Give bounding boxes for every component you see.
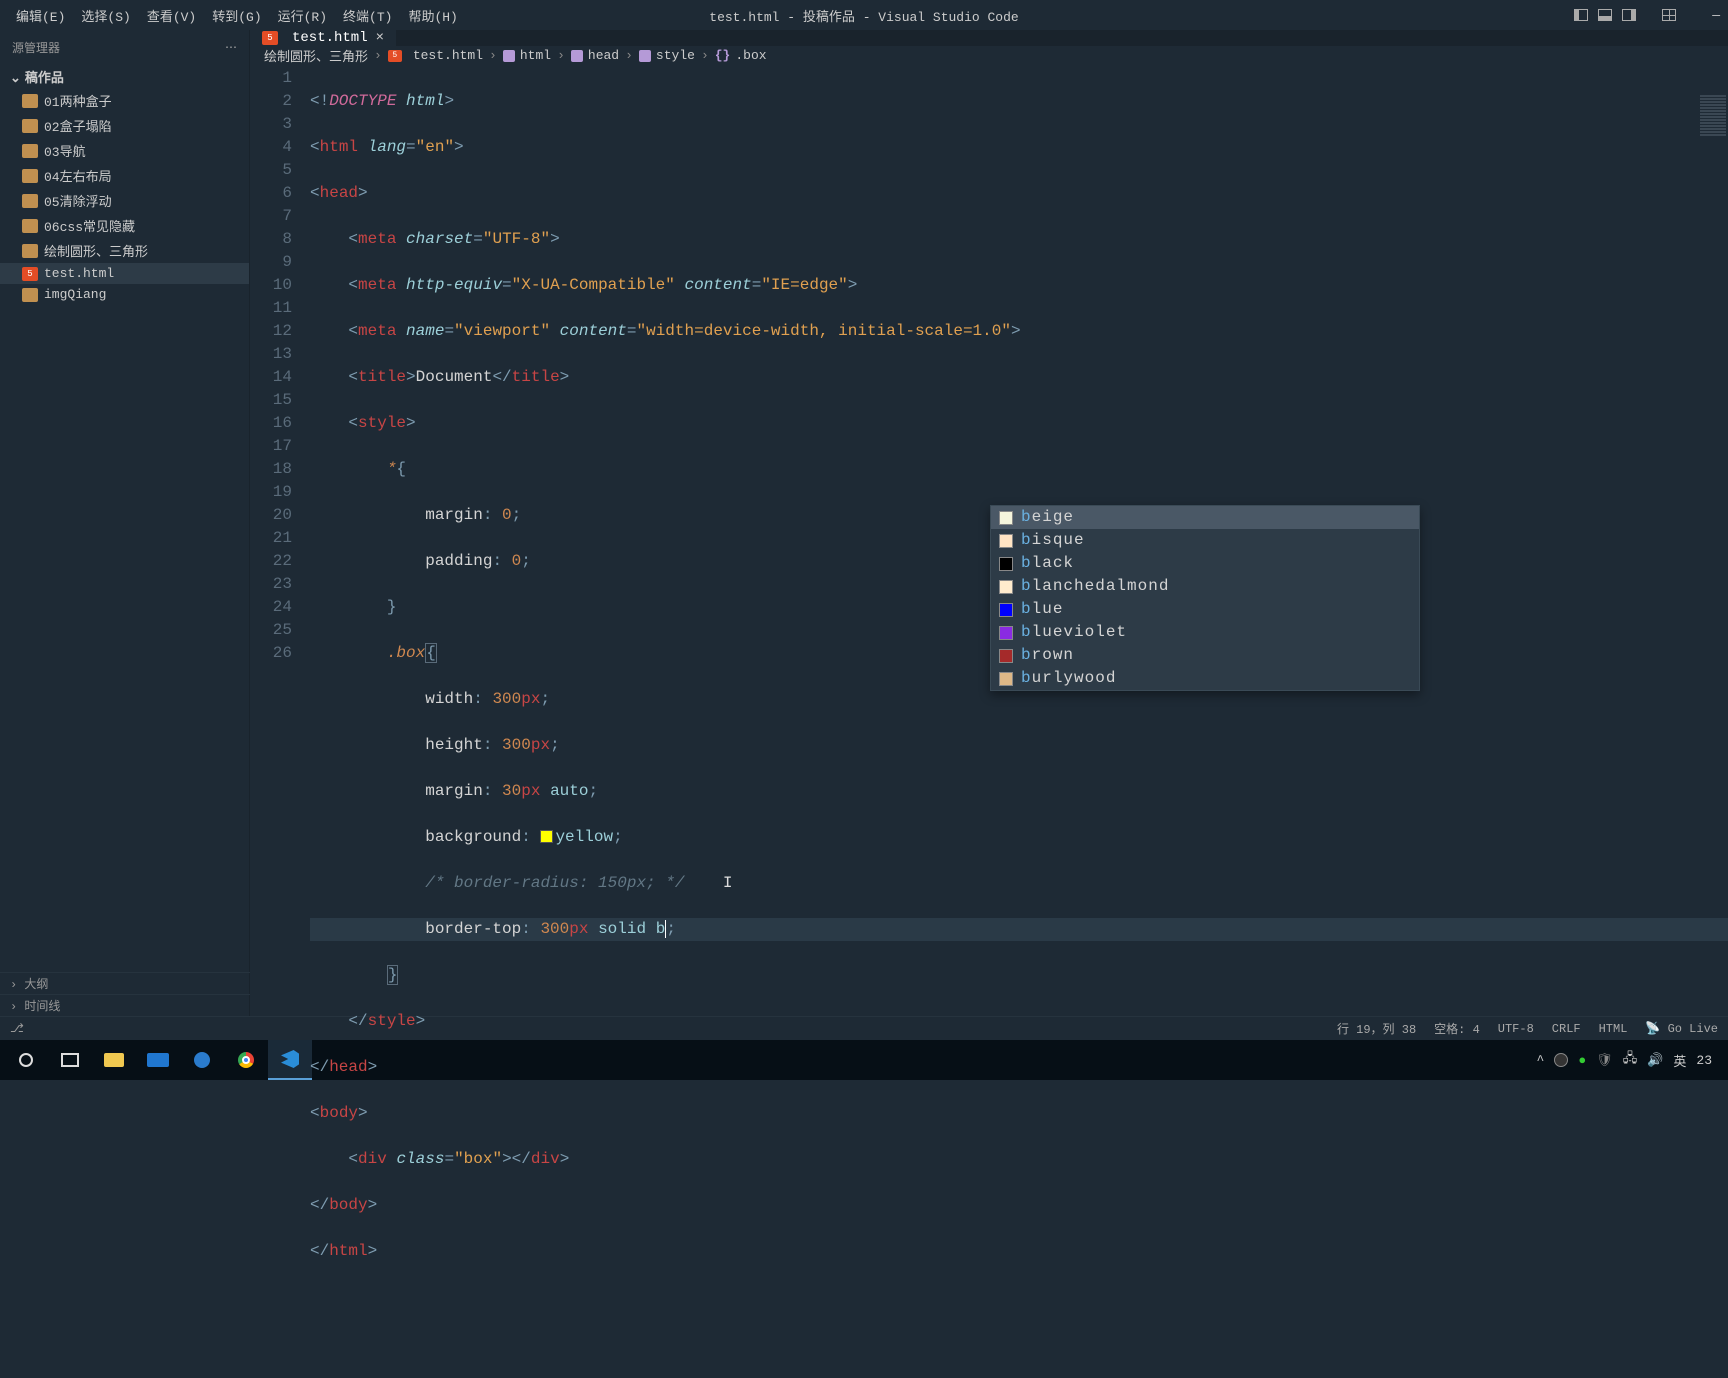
folder-item[interactable]: 01两种盒子: [0, 88, 249, 113]
suggest-item[interactable]: brown: [991, 644, 1419, 667]
tree-item-label: 04左右布局: [44, 166, 112, 185]
tree-item-label: 01两种盒子: [44, 91, 112, 110]
window-title: test.html - 投稿作品 - Visual Studio Code: [709, 6, 1018, 25]
element-icon: [571, 50, 583, 62]
suggest-item[interactable]: burlywood: [991, 667, 1419, 690]
edge-icon[interactable]: [180, 1040, 224, 1080]
outline-section: › 大纲 › 时间线: [0, 972, 250, 1016]
autocomplete-popup[interactable]: beigebisqueblackblanchedalmondbluebluevi…: [990, 505, 1420, 691]
suggest-label: bisque: [1021, 529, 1085, 552]
element-icon: [639, 50, 651, 62]
tab-bar: 5 test.html ×: [250, 30, 1728, 46]
color-swatch-icon: [999, 534, 1013, 548]
minimap[interactable]: [1698, 94, 1728, 294]
chevron-down-icon: ⌄: [10, 71, 21, 86]
folder-icon: [22, 194, 38, 208]
folder-item[interactable]: 03导航: [0, 138, 249, 163]
branch-icon[interactable]: ⎇: [10, 1021, 24, 1036]
tree-item-label: 02盒子塌陷: [44, 116, 112, 135]
suggest-label: brown: [1021, 644, 1074, 667]
line-gutter: 1234567891011121314151617181920212223242…: [250, 65, 310, 1378]
outline-row[interactable]: › 大纲: [0, 972, 250, 994]
folder-icon: [22, 144, 38, 158]
color-swatch-icon: [999, 626, 1013, 640]
folder-item[interactable]: 02盒子塌陷: [0, 113, 249, 138]
layout-grid-icon[interactable]: [1662, 9, 1676, 21]
code-content[interactable]: <!DOCTYPE html> <html lang="en"> <head> …: [310, 65, 1728, 1378]
sidebar-more-icon[interactable]: ⋯: [225, 40, 237, 55]
task-view-icon[interactable]: [48, 1040, 92, 1080]
tree-item-label: 06css常见隐藏: [44, 216, 135, 235]
element-icon: [503, 50, 515, 62]
layout-bottom-icon[interactable]: [1598, 9, 1612, 21]
color-swatch-icon: [999, 649, 1013, 663]
menu-terminal[interactable]: 终端(T): [335, 6, 400, 25]
suggest-item[interactable]: blanchedalmond: [991, 575, 1419, 598]
folder-icon: [22, 219, 38, 233]
file-explorer-icon[interactable]: [92, 1040, 136, 1080]
suggest-label: beige: [1021, 506, 1074, 529]
suggest-label: blueviolet: [1021, 621, 1127, 644]
suggest-item[interactable]: bisque: [991, 529, 1419, 552]
folder-item[interactable]: 06css常见隐藏: [0, 213, 249, 238]
folder-icon: [22, 169, 38, 183]
breadcrumb[interactable]: 绘制圆形、三角形› 5test.html› html› head› style›…: [250, 46, 1728, 65]
minimize-icon[interactable]: —: [1712, 8, 1720, 23]
color-swatch-icon: [999, 557, 1013, 571]
sidebar: 源管理器 ⋯ ⌄稿作品 01两种盒子 02盒子塌陷 03导航 04左右布局 05清除浮动…: [0, 30, 250, 1016]
tree-item-label: 绘制圆形、三角形: [44, 241, 148, 260]
layout-right-icon[interactable]: [1622, 9, 1636, 21]
suggest-label: black: [1021, 552, 1074, 575]
code-editor[interactable]: 1234567891011121314151617181920212223242…: [250, 65, 1728, 1378]
folder-item[interactable]: 05清除浮动: [0, 188, 249, 213]
tree-item-label: 03导航: [44, 141, 86, 160]
mail-icon[interactable]: [136, 1040, 180, 1080]
html-file-icon: 5: [262, 31, 278, 45]
folder-item[interactable]: 04左右布局: [0, 163, 249, 188]
folder-item[interactable]: 绘制圆形、三角形: [0, 238, 249, 263]
tree-item-label: 05清除浮动: [44, 191, 112, 210]
folder-icon: [22, 288, 38, 302]
class-icon: {}: [715, 48, 731, 63]
tab-test-html[interactable]: 5 test.html ×: [250, 30, 397, 46]
menu-help[interactable]: 帮助(H): [400, 6, 465, 25]
menubar: 编辑(E) 选择(S) 查看(V) 转到(G) 运行(R) 终端(T) 帮助(H…: [0, 0, 1728, 30]
html-file-icon: 5: [388, 50, 402, 62]
color-swatch-icon: [999, 580, 1013, 594]
html-file-icon: 5: [22, 267, 38, 281]
menu-select[interactable]: 选择(S): [73, 6, 138, 25]
menu-view[interactable]: 查看(V): [139, 6, 204, 25]
folder-icon: [22, 244, 38, 258]
tree-item-label: test.html: [44, 266, 114, 281]
suggest-label: blanchedalmond: [1021, 575, 1169, 598]
color-swatch-icon: [999, 603, 1013, 617]
file-item[interactable]: 5 test.html: [0, 263, 249, 284]
tree-item-label: imgQiang: [44, 287, 106, 302]
suggest-label: blue: [1021, 598, 1063, 621]
explorer-root[interactable]: ⌄稿作品: [0, 65, 249, 88]
folder-item[interactable]: imgQiang: [0, 284, 249, 305]
suggest-item[interactable]: black: [991, 552, 1419, 575]
color-swatch-icon: [999, 511, 1013, 525]
suggest-item[interactable]: blue: [991, 598, 1419, 621]
start-button[interactable]: [4, 1040, 48, 1080]
tab-label: test.html: [292, 30, 368, 46]
menu-go[interactable]: 转到(G): [204, 6, 269, 25]
tab-close-icon[interactable]: ×: [376, 30, 384, 46]
color-swatch-icon: [999, 672, 1013, 686]
timeline-row[interactable]: › 时间线: [0, 994, 250, 1016]
menu-edit[interactable]: 编辑(E): [8, 6, 73, 25]
suggest-item[interactable]: blueviolet: [991, 621, 1419, 644]
layout-left-icon[interactable]: [1574, 9, 1588, 21]
sidebar-title: 源管理器: [12, 39, 60, 56]
suggest-label: burlywood: [1021, 667, 1116, 690]
folder-icon: [22, 119, 38, 133]
suggest-item[interactable]: beige: [991, 506, 1419, 529]
folder-icon: [22, 94, 38, 108]
menu-run[interactable]: 运行(R): [270, 6, 335, 25]
